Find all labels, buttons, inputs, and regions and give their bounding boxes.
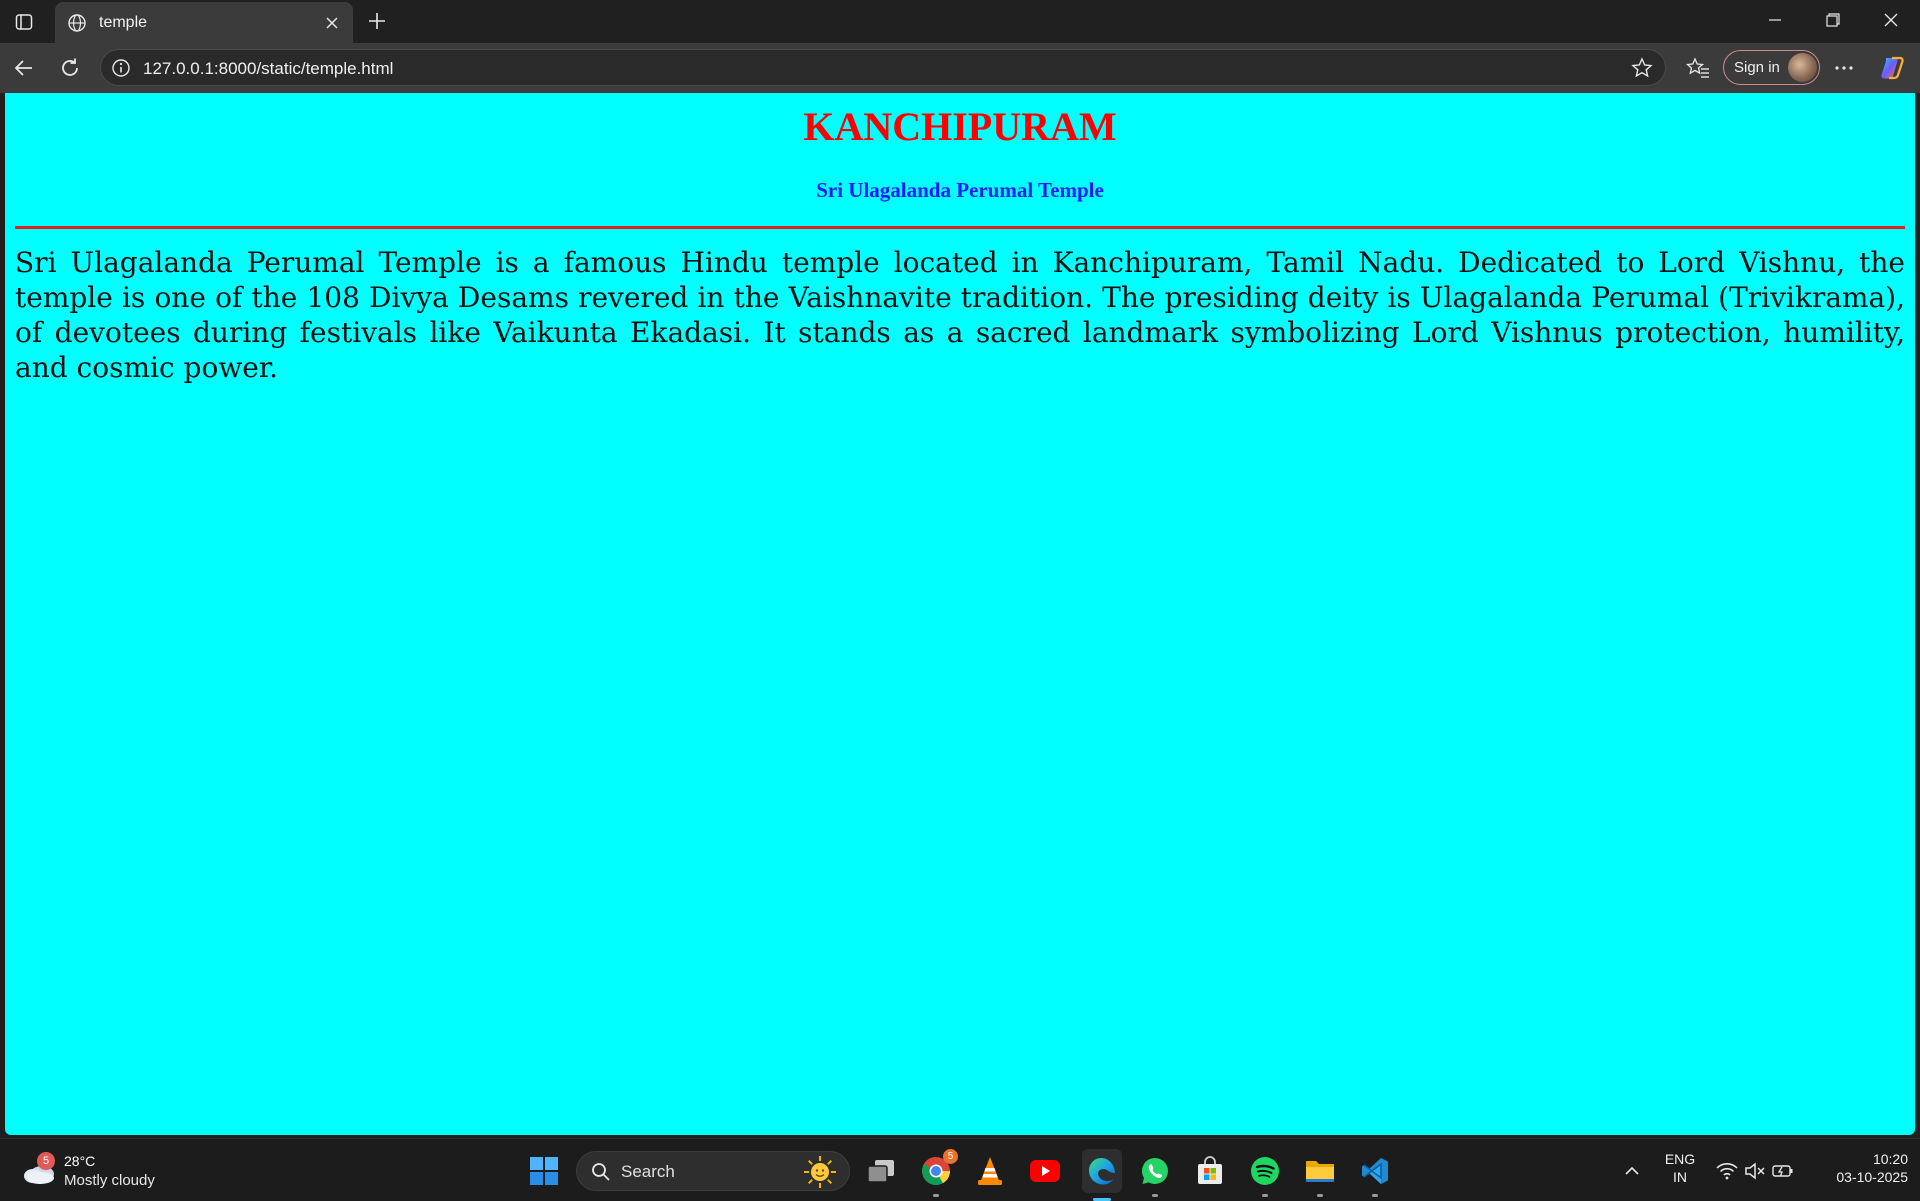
- region-label: IN: [1673, 1169, 1687, 1185]
- search-icon: [592, 1163, 610, 1181]
- language-indicator[interactable]: ENG IN: [1660, 1151, 1700, 1185]
- youtube-icon[interactable]: [1027, 1153, 1063, 1189]
- running-indicator: [1372, 1194, 1378, 1197]
- whatsapp-icon[interactable]: [1137, 1153, 1173, 1197]
- volume-muted-icon[interactable]: [1740, 1153, 1770, 1189]
- battery-icon[interactable]: [1768, 1153, 1798, 1189]
- favorites-icon[interactable]: [1682, 52, 1714, 84]
- clock-date: 03-10-2025: [1836, 1169, 1908, 1185]
- page-viewport: KANCHIPURAM Sri Ulagalanda Perumal Templ…: [5, 93, 1915, 1135]
- favorite-star-icon[interactable]: [1631, 57, 1653, 79]
- running-indicator: [933, 1194, 939, 1197]
- close-tab-icon[interactable]: [317, 8, 347, 38]
- weather-temperature: 28°C: [64, 1153, 96, 1169]
- globe-icon: [65, 11, 89, 35]
- spotify-icon[interactable]: [1247, 1153, 1283, 1197]
- page-subtitle: Sri Ulagalanda Perumal Temple: [816, 178, 1104, 202]
- wifi-icon[interactable]: [1712, 1153, 1742, 1189]
- chevron-up-icon[interactable]: [1614, 1153, 1650, 1189]
- vlc-icon[interactable]: [972, 1153, 1008, 1189]
- sun-highlight-icon: [804, 1156, 836, 1188]
- microsoft-store-icon[interactable]: [1192, 1153, 1228, 1189]
- reload-icon[interactable]: [54, 52, 86, 84]
- clock-time: 10:20: [1872, 1151, 1908, 1167]
- avatar: [1788, 53, 1817, 82]
- minimize-icon[interactable]: [1746, 0, 1804, 40]
- task-view-icon[interactable]: [863, 1153, 899, 1189]
- sign-in-label: Sign in: [1734, 59, 1780, 76]
- weather-badge: 5: [37, 1152, 55, 1170]
- new-tab-icon[interactable]: [362, 6, 392, 36]
- vscode-icon[interactable]: [1357, 1153, 1393, 1197]
- tab-temple[interactable]: temple: [55, 2, 353, 43]
- more-options-icon[interactable]: [1828, 52, 1860, 84]
- chrome-icon[interactable]: 5: [918, 1149, 958, 1197]
- chrome-notification-badge: 5: [943, 1149, 958, 1164]
- taskbar-search[interactable]: Search: [576, 1151, 850, 1191]
- edge-icon[interactable]: [1082, 1149, 1122, 1201]
- site-info-icon[interactable]: [111, 58, 131, 78]
- running-indicator: [1152, 1194, 1158, 1197]
- address-bar[interactable]: 127.0.0.1:8000/static/temple.html: [100, 49, 1666, 86]
- restore-icon[interactable]: [1804, 0, 1862, 40]
- file-explorer-icon[interactable]: [1302, 1153, 1338, 1197]
- tab-title: temple: [99, 13, 148, 31]
- weather-widget[interactable]: 5 28°C Mostly cloudy: [20, 1151, 170, 1191]
- browser-toolbar: 127.0.0.1:8000/static/temple.html Sign i…: [0, 43, 1920, 93]
- search-label: Search: [621, 1162, 675, 1181]
- back-icon[interactable]: [8, 52, 40, 84]
- copilot-icon[interactable]: [1876, 52, 1908, 84]
- tab-actions-icon[interactable]: [10, 8, 38, 36]
- running-indicator: [1262, 1194, 1268, 1197]
- tab-strip: temple: [0, 0, 1920, 43]
- temple-description: Sri Ulagalanda Perumal Temple is a famou…: [15, 246, 1905, 384]
- weather-condition: Mostly cloudy: [64, 1172, 155, 1189]
- windows-start-icon[interactable]: [526, 1153, 562, 1189]
- page-title: KANCHIPURAM: [803, 104, 1117, 149]
- horizontal-rule: [15, 226, 1905, 229]
- running-indicator: [1317, 1194, 1323, 1197]
- sign-in-button[interactable]: Sign in: [1723, 50, 1820, 85]
- taskbar: 5 28°C Mostly cloudy Search 5 ENG IN 10:…: [0, 1138, 1920, 1201]
- url-text[interactable]: 127.0.0.1:8000/static/temple.html: [143, 59, 393, 79]
- close-window-icon[interactable]: [1862, 0, 1920, 40]
- language-label: ENG: [1664, 1151, 1696, 1167]
- clock[interactable]: 10:20 03-10-2025: [1812, 1151, 1908, 1185]
